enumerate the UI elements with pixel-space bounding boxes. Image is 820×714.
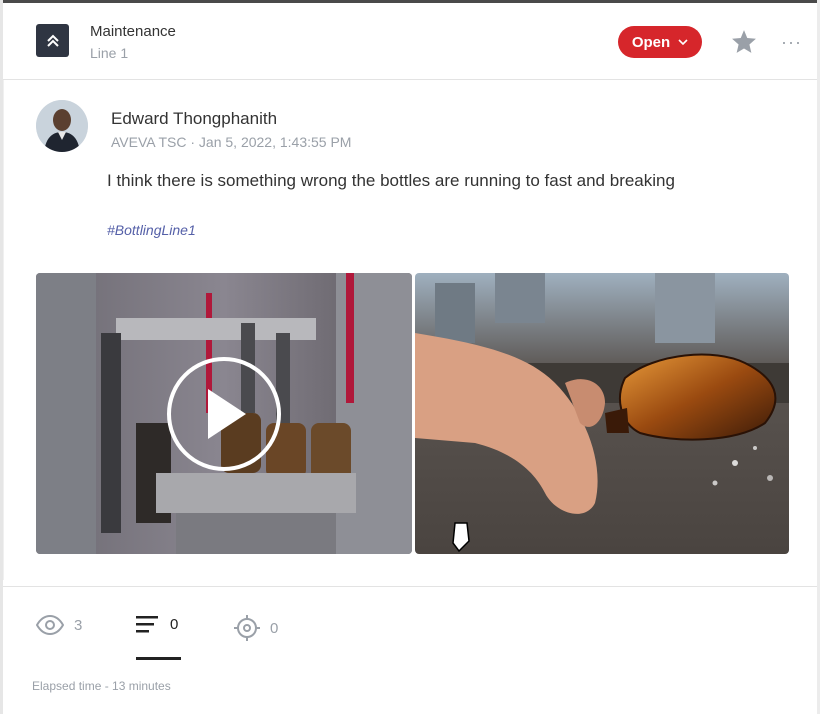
comments-tab[interactable]: 0 [136, 615, 178, 633]
status-dropdown[interactable]: Open [618, 26, 702, 58]
stats-divider [3, 586, 817, 587]
double-chevron-up-icon [46, 34, 59, 47]
targets-count[interactable]: 0 [234, 615, 278, 641]
bottling-machine-video [36, 273, 412, 554]
left-shadow [3, 80, 4, 580]
header-title: Maintenance [90, 23, 176, 40]
comments-value: 0 [170, 615, 179, 633]
author-name[interactable]: Edward Thongphanith [111, 109, 277, 129]
target-icon [234, 615, 260, 641]
post-meta: AVEVA TSC · Jan 5, 2022, 1:43:55 PM [111, 134, 352, 150]
eye-icon [36, 615, 64, 635]
active-tab-indicator [136, 657, 181, 660]
comment-lines-icon [136, 616, 158, 633]
post-header: Maintenance Line 1 Open ··· [3, 3, 817, 80]
collapse-button[interactable] [36, 24, 69, 57]
more-options-button[interactable]: ··· [781, 33, 802, 51]
avatar[interactable] [36, 100, 88, 152]
hashtag-link[interactable]: #BottlingLine1 [107, 222, 196, 238]
status-label: Open [631, 33, 671, 51]
video-thumbnail[interactable] [36, 273, 412, 554]
star-icon[interactable] [731, 29, 757, 54]
avatar-image [36, 100, 88, 152]
post-text: I think there is something wrong the bot… [107, 171, 675, 190]
header-subtitle: Line 1 [90, 45, 129, 61]
views-count[interactable]: 3 [36, 615, 82, 635]
broken-bottle-photo[interactable] [415, 273, 789, 554]
broken-bottle-image [415, 273, 789, 554]
targets-value: 0 [270, 619, 279, 637]
elapsed-time: Elapsed time - 13 minutes [32, 679, 171, 693]
views-value: 3 [74, 616, 83, 634]
chevron-down-icon [678, 39, 688, 45]
